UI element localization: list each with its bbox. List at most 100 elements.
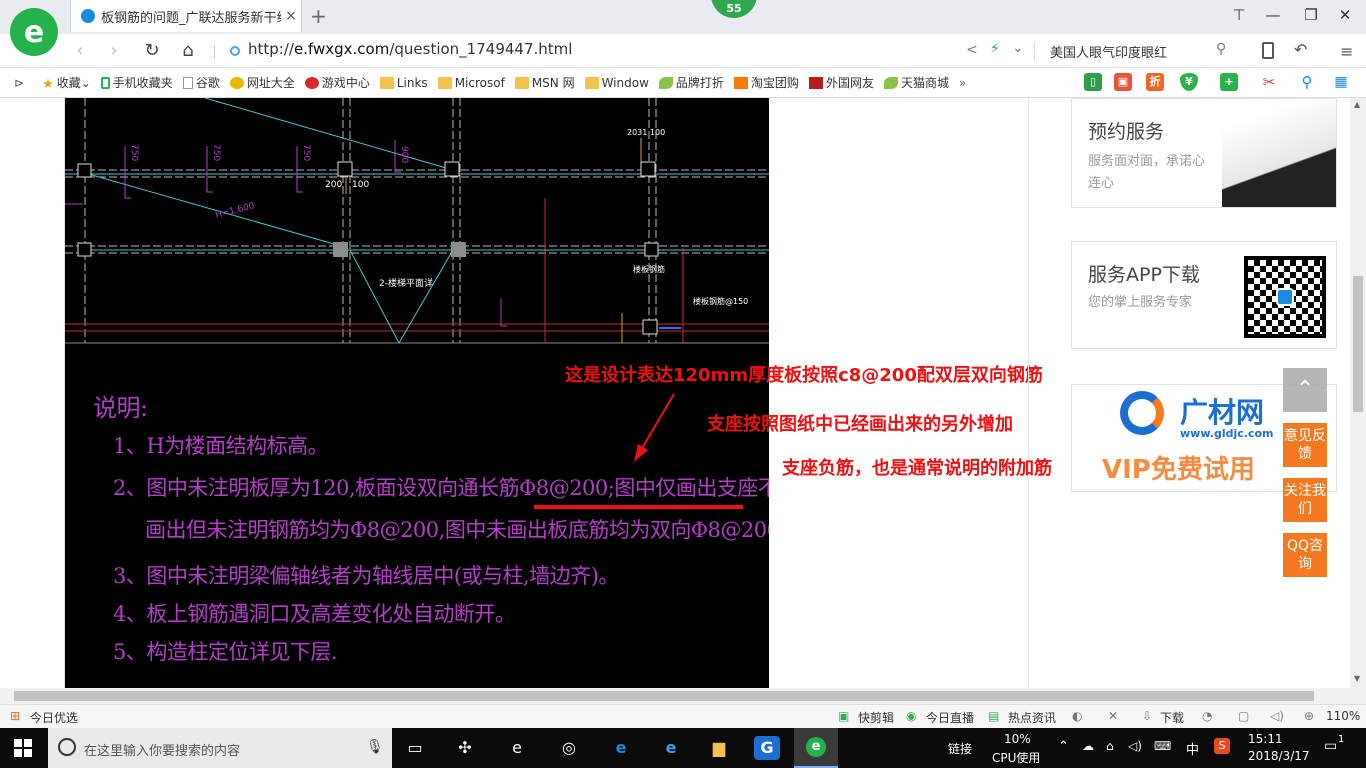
new-tab-button[interactable]: +	[310, 4, 327, 28]
bookmark-item[interactable]: MSN 网	[514, 74, 575, 91]
apps-grid-icon[interactable]: ▦	[1332, 73, 1350, 91]
horizontal-scroll-thumb[interactable]	[14, 691, 1314, 701]
bookmark-item[interactable]: 淘宝团购	[733, 74, 799, 91]
edge-icon[interactable]: e	[608, 736, 634, 760]
bookmark-item[interactable]: 品牌打折	[658, 74, 724, 91]
internet-explorer-icon[interactable]: e	[658, 736, 684, 760]
action-center-icon[interactable]: ▭	[1324, 738, 1337, 754]
back-icon[interactable]: ‹	[68, 40, 92, 61]
bookmark-item[interactable]: 外国网友	[808, 74, 874, 91]
file-explorer-icon[interactable]: ▆	[706, 736, 732, 760]
restore-icon[interactable]: ❐	[1300, 6, 1322, 24]
keyboard-icon[interactable]: ⌨	[1154, 739, 1171, 753]
windows-start-icon[interactable]	[14, 739, 32, 757]
notification-badge[interactable]: 55	[711, 0, 757, 18]
task-view-icon[interactable]: ▭	[402, 736, 428, 760]
cpu-label: CPU使用	[992, 751, 1041, 765]
horizontal-scrollbar[interactable]	[0, 688, 1366, 704]
speaker-icon[interactable]: ◁)	[1270, 709, 1284, 723]
gift-icon[interactable]: ⊞	[10, 709, 20, 723]
close-window-icon[interactable]: ✕	[1334, 6, 1356, 24]
speed-icon[interactable]: ◐	[1072, 709, 1082, 723]
menu-icon[interactable]: ≡	[1340, 42, 1353, 61]
tools-icon[interactable]: ✕	[1108, 709, 1118, 723]
ime-indicator[interactable]: 中	[1186, 739, 1199, 758]
back-to-top-button[interactable]: ⌃	[1283, 368, 1327, 412]
bookmark-item[interactable]: 天猫商城	[883, 74, 949, 91]
download-link[interactable]: 下载	[1160, 709, 1184, 726]
taskbar-search-box[interactable]: 在这里输入你要搜索的内容 🎙	[48, 728, 392, 768]
chevron-down-icon[interactable]: ⌄	[1012, 40, 1024, 56]
bookmark-item[interactable]: 手机收藏夹	[100, 74, 173, 91]
shirt-skin-icon[interactable]: ⊤	[1228, 6, 1250, 24]
bookmark-item[interactable]: 游戏中心	[304, 74, 370, 91]
url-field[interactable]: http://e.fwxgx.com/question_1749447.html	[248, 40, 572, 58]
appointment-card[interactable]: 预约服务 服务面对面，承诺心连心	[1071, 98, 1337, 208]
app-download-card[interactable]: 服务APP下载 您的掌上服务专家	[1071, 241, 1337, 349]
daily-picks-link[interactable]: 今日优选	[30, 709, 78, 726]
annotation-text: 支座负筋，也是通常说明的附加筋	[782, 458, 1052, 479]
tv-icon[interactable]: ▣	[1114, 73, 1132, 91]
feedback-button[interactable]: 意见反馈	[1283, 423, 1327, 467]
glodon-app-icon[interactable]: G	[754, 736, 780, 760]
zoom-level[interactable]: 110%	[1326, 709, 1360, 723]
bookmarks-more-icon[interactable]: »	[959, 76, 966, 90]
clock-time[interactable]: 15:11	[1248, 732, 1283, 746]
vertical-scroll-thumb[interactable]	[1353, 276, 1363, 412]
vertical-scrollbar[interactable]: ▲ ▼	[1350, 98, 1366, 688]
magnifier-icon[interactable]: ⚲	[1298, 73, 1316, 91]
refresh-icon[interactable]: ↻	[140, 40, 164, 61]
sogou-ime-icon[interactable]: S	[1214, 738, 1230, 754]
sidebar-toggle-icon[interactable]: ⊳	[14, 76, 24, 90]
phone-icon	[100, 76, 110, 89]
site-info-icon[interactable]	[230, 46, 240, 56]
page-icon	[182, 76, 193, 89]
clock-date[interactable]: 2018/3/17	[1248, 749, 1310, 763]
window-icon[interactable]: ▢	[1238, 709, 1249, 723]
card-title: 预约服务	[1088, 121, 1165, 143]
search-icon[interactable]: ⚲	[1216, 41, 1226, 57]
tab-close-icon[interactable]: ×	[281, 8, 301, 24]
network-icon[interactable]: ⌂	[1106, 739, 1114, 753]
folder-icon	[437, 76, 452, 89]
bookmark-item[interactable]: ★ 收藏 ⌄	[42, 74, 91, 92]
dim-label: 750	[301, 144, 311, 162]
bookmark-item[interactable]: 网址大全	[229, 74, 295, 91]
show-hidden-icons[interactable]: ⌃	[1058, 739, 1069, 754]
forward-icon[interactable]: ›	[102, 40, 126, 61]
discount-icon[interactable]: 折	[1146, 73, 1164, 91]
leaf-icon	[658, 76, 673, 89]
bookmark-item[interactable]: 谷歌	[182, 74, 220, 91]
microphone-icon[interactable]: 🎙	[366, 739, 384, 755]
links-toolbar[interactable]: 链接	[948, 740, 972, 757]
bookmark-item[interactable]: Microsof	[437, 76, 505, 90]
follow-us-button[interactable]: 关注我们	[1283, 478, 1327, 522]
home-icon[interactable]: ⌂	[176, 40, 200, 61]
sync-icon[interactable]: ◔	[1202, 709, 1212, 723]
active-browser-task[interactable]: e	[794, 728, 838, 768]
cloud-icon[interactable]: ☁	[1082, 739, 1094, 753]
active-tab[interactable]: 板钢筋的问题_广联达服务新干线 ×	[70, 0, 302, 32]
search-suggestion[interactable]: 美国人眼气印度眼红	[1050, 42, 1167, 61]
book-icon[interactable]: ▯	[1084, 73, 1102, 91]
chrome-like-icon[interactable]: ◎	[556, 736, 582, 760]
live-link[interactable]: 今日直播	[926, 709, 974, 726]
qq-consult-button[interactable]: QQ咨询	[1283, 533, 1327, 577]
plugin-icon[interactable]: +	[1220, 73, 1238, 91]
ie-legacy-icon[interactable]: e	[504, 736, 530, 760]
browser-logo-icon[interactable]: e	[10, 8, 58, 56]
bookmark-item[interactable]: Window	[584, 76, 649, 90]
volume-icon[interactable]: ◁)	[1128, 739, 1142, 753]
news-link[interactable]: 热点资讯	[1008, 709, 1056, 726]
share-icon[interactable]: <	[966, 42, 978, 58]
fan-app-icon[interactable]: ✣	[452, 736, 478, 760]
video-edit-icon: ▣	[838, 709, 850, 723]
folder-icon	[584, 76, 599, 89]
quick-edit-link[interactable]: 快剪辑	[858, 709, 894, 726]
undo-icon[interactable]: ↶	[1294, 40, 1307, 59]
minimize-icon[interactable]: —	[1262, 6, 1284, 24]
bookmark-item[interactable]: Links	[379, 76, 428, 90]
phone-icon[interactable]	[1262, 42, 1274, 59]
scissors-icon[interactable]: ✂	[1260, 73, 1278, 91]
lightning-icon[interactable]: ⚡	[990, 41, 1000, 57]
